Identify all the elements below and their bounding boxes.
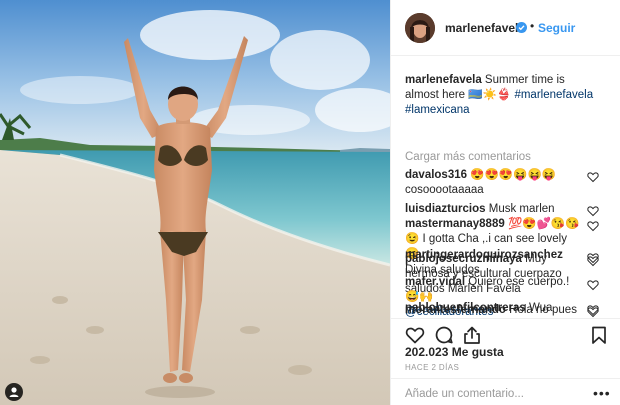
follow-button[interactable]: Seguir (538, 21, 575, 35)
header-username[interactable]: marlenefavela (445, 21, 525, 35)
comment-item: martingerardoquirozsanchez Divina saludo… (405, 248, 581, 278)
comment-like-heart-icon[interactable] (587, 220, 599, 232)
comment-username[interactable]: mafer.vidal (405, 276, 465, 288)
post-photo[interactable] (0, 0, 390, 405)
beach-photo-image (0, 0, 390, 405)
verified-badge-icon (516, 22, 527, 33)
caption-username[interactable]: marlenefavela (405, 74, 482, 86)
comment-item: davalos316 😍😍😍😝😝😝 cosooootaaaaa (405, 168, 581, 198)
post-header: marlenefavela • Seguir (391, 0, 620, 56)
comment-username[interactable]: martingerardoquirozsanchez (405, 249, 563, 261)
comment-like-heart-icon[interactable] (587, 252, 599, 264)
comment-item: morantesfernando Hola no pues la (405, 303, 581, 317)
post-timestamp: HACE 2 DÍAS (405, 363, 460, 372)
post-caption: marlenefavela Summer time is almost here… (405, 73, 601, 118)
separator-dot: • (530, 19, 535, 33)
add-comment-input[interactable] (405, 387, 585, 401)
post-details-panel: marlenefavela • Seguir marlenefavela Sum… (390, 0, 620, 405)
comment-username[interactable]: davalos316 (405, 169, 467, 181)
comment-like-heart-icon[interactable] (587, 279, 599, 291)
comment-username[interactable]: luisdiazturcios (405, 203, 486, 215)
comment-like-heart-icon[interactable] (587, 171, 599, 183)
avatar[interactable] (405, 13, 435, 43)
bookmark-icon[interactable] (589, 325, 609, 345)
comment-like-heart-icon[interactable] (587, 205, 599, 217)
comment-item: luisdiazturcios Musk marlen (405, 202, 581, 217)
hashtag-link[interactable]: #marlenefavela (514, 89, 593, 101)
hashtag-link[interactable]: #lamexicana (405, 104, 470, 116)
load-more-comments-link[interactable]: Cargar más comentarios (405, 151, 531, 163)
share-icon[interactable] (462, 325, 482, 345)
more-options-button[interactable]: ••• (593, 385, 611, 401)
comment-username[interactable]: mastermanay8889 (405, 218, 505, 230)
add-comment-bar: ••• (391, 378, 620, 405)
heart-icon[interactable] (405, 325, 425, 345)
comment-text: Musk marlen (488, 203, 555, 215)
comment-like-heart-icon[interactable] (587, 306, 599, 318)
likes-count[interactable]: 202.023 Me gusta (405, 345, 504, 359)
comment-bubble-icon[interactable] (434, 325, 454, 345)
comment-username[interactable]: morantesfernando (405, 304, 506, 316)
user-tag-icon[interactable] (5, 383, 23, 401)
